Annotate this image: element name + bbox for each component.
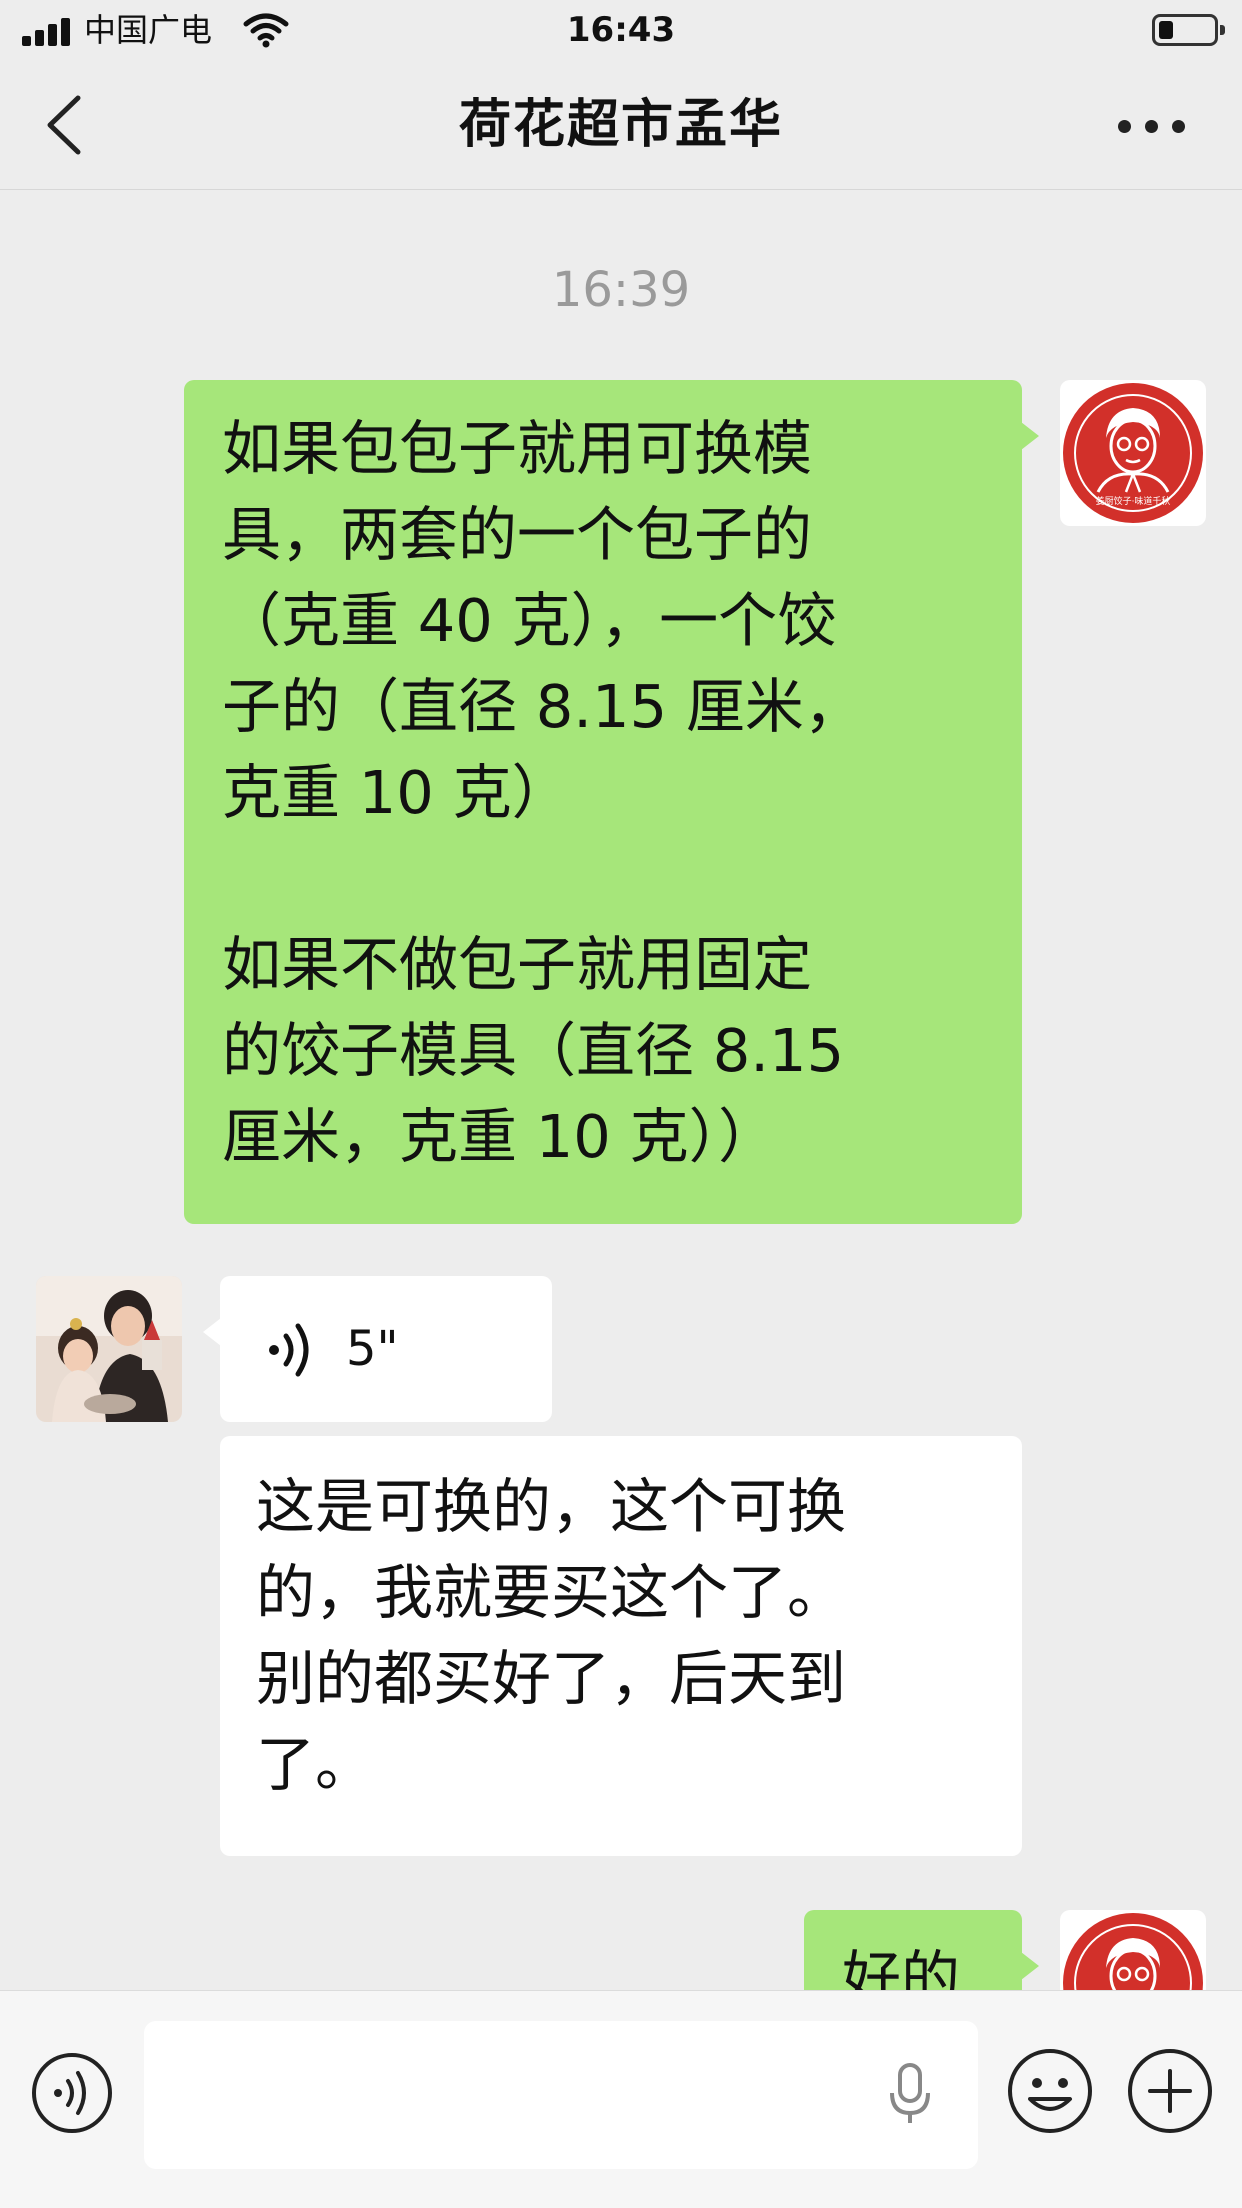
user-photo	[36, 1276, 182, 1422]
more-dots-icon[interactable]	[1118, 114, 1188, 138]
emoji-icon[interactable]	[1006, 2047, 1094, 2135]
brand-logo-icon: 姜厨饺子·味道千秋	[1063, 383, 1203, 523]
message-text: 这是可换的，这个可换 的，我就要买这个了。 别的都买好了，后天到 了。	[256, 1472, 847, 1799]
status-bar: 中国广电 16:43	[0, 0, 1242, 62]
status-time: 16:43	[566, 10, 676, 50]
voice-toggle-icon[interactable]	[30, 2051, 114, 2135]
message-text: 如果包包子就用可换模 具，两套的一个包子的 （克重 40 克），一个饺 子的（直…	[222, 414, 863, 1171]
chat-header: 荷花超市孟华	[0, 62, 1242, 190]
avatar[interactable]	[36, 1276, 182, 1422]
chat-title: 荷花超市孟华	[458, 95, 783, 155]
message-bubble-outgoing[interactable]: 如果包包子就用可换模 具，两套的一个包子的 （克重 40 克），一个饺 子的（直…	[184, 380, 1039, 1224]
microphone-icon[interactable]	[888, 2061, 932, 2127]
svg-text:姜厨饺子·味道千秋: 姜厨饺子·味道千秋	[1096, 495, 1171, 507]
message-bubble-incoming[interactable]: 这是可换的，这个可换 的，我就要买这个了。 别的都买好了，后天到 了。	[220, 1436, 1022, 1856]
message-input[interactable]	[144, 2021, 978, 2169]
message-input-bar	[0, 1990, 1242, 2208]
voice-duration: 5"	[346, 1321, 399, 1377]
avatar[interactable]: 姜厨饺子·味道千秋	[1060, 380, 1206, 526]
plus-icon[interactable]	[1126, 2047, 1214, 2135]
battery-icon	[1152, 14, 1225, 46]
voice-wave-icon	[269, 1323, 309, 1377]
message-timestamp: 16:39	[551, 262, 691, 318]
